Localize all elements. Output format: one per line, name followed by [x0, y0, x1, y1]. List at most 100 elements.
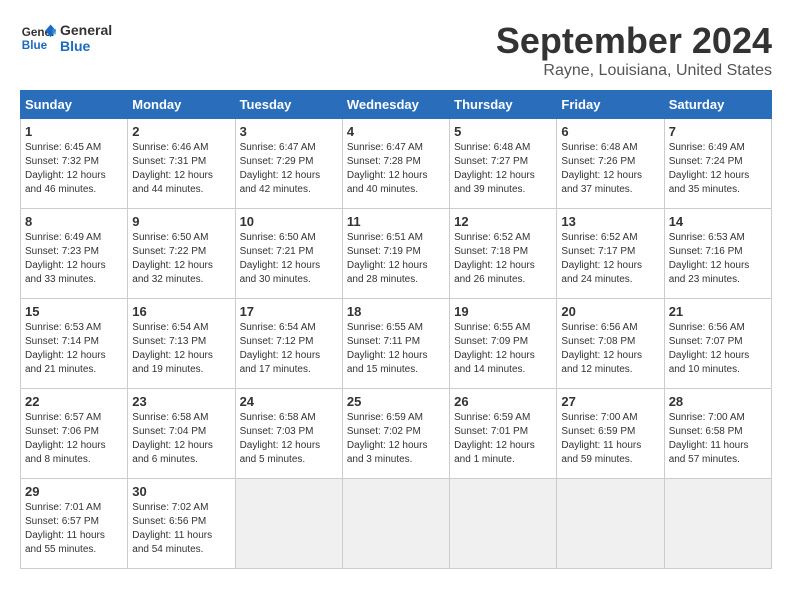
calendar-table: SundayMondayTuesdayWednesdayThursdayFrid…: [20, 90, 772, 569]
day-number: 19: [454, 304, 552, 319]
calendar-cell: 3 Sunrise: 6:47 AM Sunset: 7:29 PM Daylig…: [235, 119, 342, 209]
day-number: 14: [669, 214, 767, 229]
calendar-cell: 12 Sunrise: 6:52 AM Sunset: 7:18 PM Dayli…: [450, 209, 557, 299]
day-info: Sunrise: 7:00 AM Sunset: 6:59 PM Dayligh…: [561, 411, 659, 467]
day-number: 7: [669, 124, 767, 139]
calendar-cell: 15 Sunrise: 6:53 AM Sunset: 7:14 PM Dayli…: [21, 299, 128, 389]
day-number: 28: [669, 394, 767, 409]
calendar-header-row: SundayMondayTuesdayWednesdayThursdayFrid…: [21, 91, 772, 119]
day-number: 27: [561, 394, 659, 409]
day-number: 25: [347, 394, 445, 409]
calendar-cell: 29 Sunrise: 7:01 AM Sunset: 6:57 PM Dayli…: [21, 479, 128, 569]
calendar-cell: 26Sunrise: 6:59 AM Sunset: 7:01 PM Dayli…: [450, 389, 557, 479]
calendar-cell: [235, 479, 342, 569]
day-info: Sunrise: 6:49 AM Sunset: 7:24 PM Dayligh…: [669, 141, 767, 197]
week-row-1: 8Sunrise: 6:49 AM Sunset: 7:23 PM Daylig…: [21, 209, 772, 299]
day-info: Sunrise: 6:56 AM Sunset: 7:08 PM Dayligh…: [561, 321, 659, 377]
header-saturday: Saturday: [664, 91, 771, 119]
svg-text:Blue: Blue: [22, 39, 48, 52]
day-number: 29: [25, 484, 123, 499]
day-info: Sunrise: 6:58 AM Sunset: 7:03 PM Dayligh…: [240, 411, 338, 467]
day-number: 9: [132, 214, 230, 229]
calendar-cell: 18Sunrise: 6:55 AM Sunset: 7:11 PM Dayli…: [342, 299, 449, 389]
calendar-cell: 17 Sunrise: 6:54 AM Sunset: 7:12 PM Dayli…: [235, 299, 342, 389]
day-number: 10: [240, 214, 338, 229]
logo-text-general: General: [60, 22, 112, 38]
calendar-cell: 21Sunrise: 6:56 AM Sunset: 7:07 PM Dayli…: [664, 299, 771, 389]
day-number: 5: [454, 124, 552, 139]
calendar-cell: 28 Sunrise: 7:00 AM Sunset: 6:58 PM Dayli…: [664, 389, 771, 479]
calendar-cell: 16 Sunrise: 6:54 AM Sunset: 7:13 PM Dayli…: [128, 299, 235, 389]
calendar-cell: 19 Sunrise: 6:55 AM Sunset: 7:09 PM Dayli…: [450, 299, 557, 389]
day-info: Sunrise: 6:57 AM Sunset: 7:06 PM Dayligh…: [25, 411, 123, 467]
day-number: 1: [25, 124, 123, 139]
calendar-title: September 2024: [496, 20, 772, 62]
day-number: 2: [132, 124, 230, 139]
day-info: Sunrise: 6:58 AM Sunset: 7:04 PM Dayligh…: [132, 411, 230, 467]
day-number: 4: [347, 124, 445, 139]
day-info: Sunrise: 6:59 AM Sunset: 7:01 PM Dayligh…: [454, 411, 552, 467]
calendar-cell: 4 Sunrise: 6:47 AM Sunset: 7:28 PM Daylig…: [342, 119, 449, 209]
day-info: Sunrise: 6:52 AM Sunset: 7:18 PM Dayligh…: [454, 231, 552, 287]
header-thursday: Thursday: [450, 91, 557, 119]
calendar-cell: [450, 479, 557, 569]
calendar-cell: 23 Sunrise: 6:58 AM Sunset: 7:04 PM Dayli…: [128, 389, 235, 479]
day-info: Sunrise: 6:48 AM Sunset: 7:27 PM Dayligh…: [454, 141, 552, 197]
day-info: Sunrise: 6:48 AM Sunset: 7:26 PM Dayligh…: [561, 141, 659, 197]
calendar-subtitle: Rayne, Louisiana, United States: [496, 62, 772, 80]
page-header: General Blue General Blue September 2024…: [20, 20, 772, 80]
calendar-cell: 30 Sunrise: 7:02 AM Sunset: 6:56 PM Dayli…: [128, 479, 235, 569]
calendar-cell: 5 Sunrise: 6:48 AM Sunset: 7:27 PM Daylig…: [450, 119, 557, 209]
day-info: Sunrise: 6:59 AM Sunset: 7:02 PM Dayligh…: [347, 411, 445, 467]
day-info: Sunrise: 6:54 AM Sunset: 7:13 PM Dayligh…: [132, 321, 230, 377]
day-info: Sunrise: 6:54 AM Sunset: 7:12 PM Dayligh…: [240, 321, 338, 377]
calendar-cell: 8Sunrise: 6:49 AM Sunset: 7:23 PM Daylig…: [21, 209, 128, 299]
title-block: September 2024 Rayne, Louisiana, United …: [496, 20, 772, 80]
day-info: Sunrise: 6:53 AM Sunset: 7:14 PM Dayligh…: [25, 321, 123, 377]
week-row-3: 22 Sunrise: 6:57 AM Sunset: 7:06 PM Dayli…: [21, 389, 772, 479]
day-info: Sunrise: 6:53 AM Sunset: 7:16 PM Dayligh…: [669, 231, 767, 287]
day-number: 15: [25, 304, 123, 319]
header-sunday: Sunday: [21, 91, 128, 119]
header-wednesday: Wednesday: [342, 91, 449, 119]
day-number: 18: [347, 304, 445, 319]
day-number: 22: [25, 394, 123, 409]
day-number: 23: [132, 394, 230, 409]
calendar-cell: 27 Sunrise: 7:00 AM Sunset: 6:59 PM Dayli…: [557, 389, 664, 479]
day-info: Sunrise: 6:47 AM Sunset: 7:29 PM Dayligh…: [240, 141, 338, 197]
day-info: Sunrise: 7:01 AM Sunset: 6:57 PM Dayligh…: [25, 501, 123, 557]
logo: General Blue General Blue: [20, 20, 112, 56]
day-info: Sunrise: 6:55 AM Sunset: 7:09 PM Dayligh…: [454, 321, 552, 377]
logo-text-blue: Blue: [60, 38, 112, 54]
day-info: Sunrise: 7:02 AM Sunset: 6:56 PM Dayligh…: [132, 501, 230, 557]
calendar-body: 1 Sunrise: 6:45 AM Sunset: 7:32 PM Daylig…: [21, 119, 772, 569]
day-number: 13: [561, 214, 659, 229]
day-number: 12: [454, 214, 552, 229]
day-info: Sunrise: 6:50 AM Sunset: 7:22 PM Dayligh…: [132, 231, 230, 287]
calendar-cell: 9 Sunrise: 6:50 AM Sunset: 7:22 PM Daylig…: [128, 209, 235, 299]
day-info: Sunrise: 6:45 AM Sunset: 7:32 PM Dayligh…: [25, 141, 123, 197]
day-info: Sunrise: 6:47 AM Sunset: 7:28 PM Dayligh…: [347, 141, 445, 197]
calendar-cell: [342, 479, 449, 569]
calendar-cell: 14 Sunrise: 6:53 AM Sunset: 7:16 PM Dayli…: [664, 209, 771, 299]
calendar-cell: 20Sunrise: 6:56 AM Sunset: 7:08 PM Dayli…: [557, 299, 664, 389]
calendar-cell: 13 Sunrise: 6:52 AM Sunset: 7:17 PM Dayli…: [557, 209, 664, 299]
day-info: Sunrise: 6:49 AM Sunset: 7:23 PM Dayligh…: [25, 231, 123, 287]
week-row-0: 1 Sunrise: 6:45 AM Sunset: 7:32 PM Daylig…: [21, 119, 772, 209]
calendar-cell: 25 Sunrise: 6:59 AM Sunset: 7:02 PM Dayli…: [342, 389, 449, 479]
day-number: 16: [132, 304, 230, 319]
day-number: 21: [669, 304, 767, 319]
day-info: Sunrise: 6:52 AM Sunset: 7:17 PM Dayligh…: [561, 231, 659, 287]
week-row-2: 15 Sunrise: 6:53 AM Sunset: 7:14 PM Dayli…: [21, 299, 772, 389]
calendar-cell: 10Sunrise: 6:50 AM Sunset: 7:21 PM Dayli…: [235, 209, 342, 299]
header-tuesday: Tuesday: [235, 91, 342, 119]
header-monday: Monday: [128, 91, 235, 119]
calendar-cell: 11Sunrise: 6:51 AM Sunset: 7:19 PM Dayli…: [342, 209, 449, 299]
day-number: 30: [132, 484, 230, 499]
calendar-cell: 6 Sunrise: 6:48 AM Sunset: 7:26 PM Daylig…: [557, 119, 664, 209]
day-number: 3: [240, 124, 338, 139]
day-number: 17: [240, 304, 338, 319]
day-info: Sunrise: 7:00 AM Sunset: 6:58 PM Dayligh…: [669, 411, 767, 467]
day-number: 6: [561, 124, 659, 139]
calendar-cell: [557, 479, 664, 569]
